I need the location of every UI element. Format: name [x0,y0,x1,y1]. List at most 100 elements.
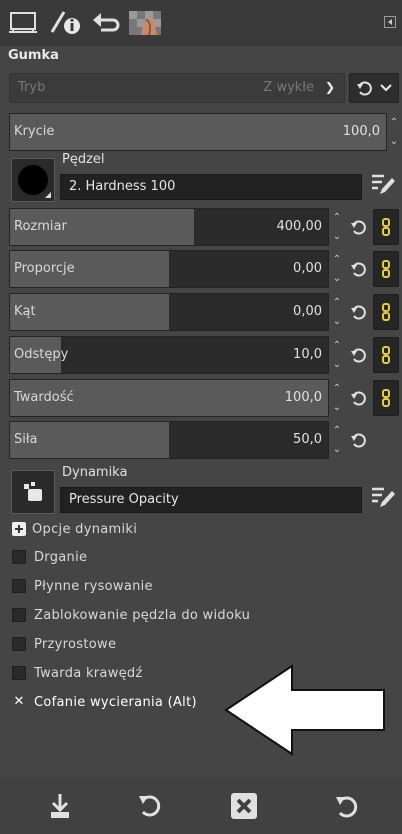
dynamics-name: Pressure Opacity [69,492,179,507]
dock-tab-bar [0,0,402,46]
tab-undo-history[interactable] [88,4,122,42]
spin-up-icon[interactable]: ⌃ [331,208,343,227]
reset-icon [351,433,366,448]
reset-icon [351,305,366,320]
checkbox-checked-icon[interactable]: ✕ [12,695,26,709]
spin-up-icon[interactable]: ⌃ [331,293,343,312]
slider-label: Twardość [14,390,74,405]
slider-reset-button[interactable] [346,254,370,284]
brush-name-field[interactable]: 2. Hardness 100 [60,174,362,200]
brush-section-label: Pędzel [62,152,105,167]
opacity-spinner[interactable]: ⌃ ⌄ [388,113,400,151]
slider-spinner[interactable]: ⌃ ⌄ [331,379,343,417]
option-row[interactable]: Przyrostowe [12,633,116,655]
mode-reset-combo[interactable] [349,73,399,103]
slider-spinner[interactable]: ⌃ ⌄ [331,336,343,374]
option-label: Drganie [34,549,88,565]
link-to-brush-button[interactable] [373,294,399,330]
chevron-down-icon: ❯ [324,80,335,94]
slider-spinner[interactable]: ⌃ ⌄ [331,250,343,288]
tab-image-thumbnail[interactable] [126,4,164,42]
slider-reset-button[interactable] [346,212,370,242]
dynamics-options-expander[interactable]: Opcje dynamiki [12,518,137,540]
checkbox-icon[interactable] [12,608,26,622]
spin-down-icon[interactable]: ⌄ [331,227,343,246]
option-row[interactable]: Twarda krawędź [12,662,143,684]
slider-1[interactable]: Proporcje 0,00 [9,250,329,288]
dynamics-thumbnail[interactable] [11,470,55,514]
mode-combo[interactable]: Tryb Z wykłe ❯ [9,73,345,103]
slider-2[interactable]: Kąt 0,00 [9,293,329,331]
spin-up-icon[interactable]: ⌃ [331,421,343,440]
delete-preset-button[interactable] [224,786,264,826]
spin-up-icon[interactable]: ⌃ [331,250,343,269]
spin-down-icon[interactable]: ⌄ [331,269,343,288]
option-row[interactable]: Drganie [12,546,87,568]
checkbox-icon[interactable] [12,550,26,564]
slider-spinner[interactable]: ⌃ ⌄ [331,208,343,246]
spin-down-icon[interactable]: ⌄ [331,355,343,374]
checkbox-icon[interactable] [12,637,26,651]
link-to-brush-button[interactable] [373,209,399,245]
tab-tool-options[interactable] [46,4,84,42]
delete-preset-icon [231,793,257,819]
spin-down-icon[interactable]: ⌄ [331,440,343,459]
slider-reset-button[interactable] [346,383,370,413]
opacity-value: 100,0 [342,124,380,139]
chain-link-icon [382,389,390,407]
dynamics-section-label: Dynamika [62,465,128,480]
save-preset-icon [51,794,69,818]
slider-reset-button[interactable] [346,425,370,455]
edit-brush-icon[interactable] [370,172,396,196]
slider-label: Odstępy [14,347,69,362]
slider-spinner[interactable]: ⌃ ⌄ [331,293,343,331]
checkbox-icon[interactable] [12,579,26,593]
chevron-down-icon [380,84,392,92]
option-row[interactable]: Płynne rysowanie [12,575,153,597]
mode-label: Tryb [18,80,46,95]
reset-icon [351,220,366,235]
slider-reset-button[interactable] [346,297,370,327]
slider-reset-button[interactable] [346,340,370,370]
slider-4[interactable]: Twardość 100,0 [9,379,329,417]
link-to-brush-button[interactable] [373,337,399,373]
slider-0[interactable]: Rozmiar 400,00 [9,208,329,246]
option-row[interactable]: Zablokowanie pędzla do widoku [12,604,250,626]
edit-dynamics-icon[interactable] [370,485,396,509]
link-to-brush-button[interactable] [373,251,399,287]
chain-link-icon [382,303,390,321]
spin-up-icon[interactable]: ⌃ [331,336,343,355]
slider-value: 10,0 [293,347,322,362]
spin-down-icon[interactable]: ⌄ [388,132,400,151]
slider-3[interactable]: Odstępy 10,0 [9,336,329,374]
tab-device-status[interactable] [6,4,40,42]
option-row[interactable]: ✕ Cofanie wycierania (Alt) [12,691,197,713]
spin-up-icon[interactable]: ⌃ [331,379,343,398]
brush-thumbnail[interactable] [11,158,55,202]
tab-menu-button[interactable] [384,16,396,28]
annotation-arrow-icon [224,664,385,756]
spin-down-icon[interactable]: ⌄ [331,312,343,331]
reset-defaults-button[interactable] [326,786,366,826]
opacity-slider[interactable]: Krycie 100,0 [9,113,387,151]
dynamics-icon [24,482,42,501]
spin-down-icon[interactable]: ⌄ [331,398,343,417]
slider-spinner[interactable]: ⌃ ⌄ [331,421,343,459]
slider-value: 50,0 [293,432,322,447]
tool-options-icon [50,11,80,34]
dynamics-name-field[interactable]: Pressure Opacity [60,487,362,513]
save-preset-button[interactable] [40,786,80,826]
corner-arrow-icon [45,192,51,198]
restore-preset-button[interactable] [130,786,170,826]
link-to-brush-button[interactable] [373,380,399,416]
mode-value: Z wykłe [263,80,314,95]
slider-label: Rozmiar [14,219,67,234]
opacity-label: Krycie [14,124,55,139]
checkbox-icon[interactable] [12,666,26,680]
slider-label: Kąt [14,304,36,319]
option-label: Płynne rysowanie [34,578,153,594]
slider-5[interactable]: Siła 50,0 [9,421,329,459]
chain-link-icon [382,346,390,364]
spin-up-icon[interactable]: ⌃ [388,113,400,132]
restore-preset-icon [139,795,161,817]
